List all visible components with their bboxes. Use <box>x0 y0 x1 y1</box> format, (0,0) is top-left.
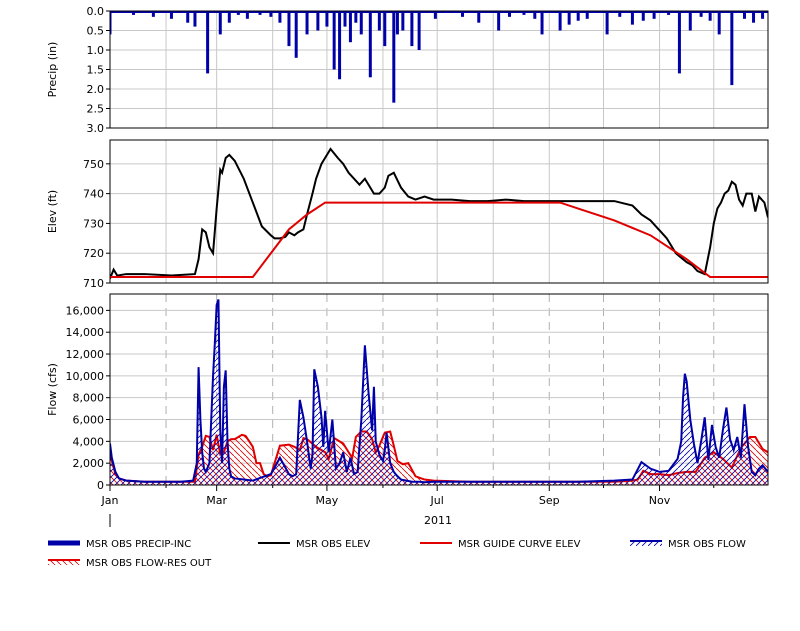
x-tick-label: Jan <box>101 494 119 507</box>
y-tick-label: 730 <box>83 217 104 230</box>
y-axis-label: Precip (in) <box>46 42 59 98</box>
precip-bar <box>401 11 405 31</box>
legend-label: MSR OBS ELEV <box>296 539 370 550</box>
precip-bar <box>605 11 609 35</box>
y-tick-label: 740 <box>83 188 104 201</box>
y-tick-label: 2.5 <box>87 103 105 116</box>
series-obs-elev <box>110 147 768 279</box>
precip-bar <box>688 11 692 31</box>
chart-root: 0.0 0.5 1.0 1.5 2.0 2.5 3.0 Precip (in) 710 720 73… <box>0 0 800 627</box>
y-tick-label: 720 <box>83 247 104 260</box>
legend-label: MSR OBS FLOW-RES OUT <box>86 558 212 569</box>
x-tick-label: Jul <box>430 494 444 507</box>
precip-bar <box>206 11 210 74</box>
y-tick-label: 6,000 <box>73 414 105 427</box>
precip-bar <box>558 11 562 31</box>
legend-label: MSR OBS FLOW <box>668 539 746 550</box>
y-tick-label: 2,000 <box>73 457 105 470</box>
x-tick-label: Nov <box>649 494 671 507</box>
y-tick-label: 2.0 <box>87 83 105 96</box>
precip-bar <box>343 11 347 27</box>
x-tick-label: Mar <box>206 494 227 507</box>
precip-bar <box>294 11 298 58</box>
precip-bar <box>540 11 544 35</box>
y-tick-label: 1.5 <box>87 64 105 77</box>
y-tick-label: 0.0 <box>87 5 105 18</box>
y-tick-label: 710 <box>83 277 104 290</box>
precip-bar <box>287 11 291 47</box>
precip-bar <box>383 11 387 47</box>
precip-bar <box>395 11 399 35</box>
legend-item: MSR GUIDE CURVE ELEV <box>420 539 581 550</box>
panel-frame <box>109 139 769 284</box>
y-tick-label: 4,000 <box>73 435 105 448</box>
legend-item: MSR OBS FLOW-RES OUT <box>48 558 212 569</box>
precip-bar <box>193 11 197 27</box>
plot-area-1 <box>110 147 768 279</box>
year-label: 2011 <box>424 514 452 527</box>
precip-bar <box>410 11 414 47</box>
panel-1: 710 720 730 740 750 Elev (ft) <box>46 139 769 290</box>
precip-bar <box>305 11 309 35</box>
precip-bar <box>325 11 329 27</box>
legend-swatch-hatch <box>630 542 662 546</box>
y-tick-label: 0 <box>97 479 104 492</box>
legend-label: MSR GUIDE CURVE ELEV <box>458 539 581 550</box>
y-axis-label: Flow (cfs) <box>46 363 59 416</box>
precip-bar <box>417 11 421 50</box>
y-tick-label: 14,000 <box>66 326 105 339</box>
y-tick-label: 750 <box>83 158 104 171</box>
y-tick-label: 16,000 <box>66 304 105 317</box>
y-tick-label: 1.0 <box>87 44 105 57</box>
precip-bar <box>316 11 320 31</box>
y-tick-label: 0.5 <box>87 25 105 38</box>
y-tick-label: 12,000 <box>66 348 105 361</box>
y-tick-label: 3.0 <box>87 122 105 135</box>
panel-0: 0.0 0.5 1.0 1.5 2.0 2.5 3.0 Precip (in) <box>46 5 769 135</box>
legend-item: MSR OBS PRECIP-INC <box>48 539 191 550</box>
precip-bar <box>377 11 381 31</box>
y-axis-label: Elev (ft) <box>46 190 59 233</box>
legend-item: MSR OBS ELEV <box>258 539 370 550</box>
x-tick-label: May <box>316 494 339 507</box>
precip-bar <box>677 11 681 74</box>
precip-bar <box>368 11 372 78</box>
hydrograph-figure: 0.0 0.5 1.0 1.5 2.0 2.5 3.0 Precip (in) 710 720 73… <box>46 5 769 569</box>
precip-bar <box>630 11 634 25</box>
legend-label: MSR OBS PRECIP-INC <box>86 539 191 550</box>
precip-bar <box>348 11 352 43</box>
precip-bar <box>717 11 721 35</box>
y-tick-label: 10,000 <box>66 370 105 383</box>
precip-bar <box>567 11 571 25</box>
x-tick-label: Sep <box>539 494 560 507</box>
precip-bar <box>338 11 342 80</box>
legend-swatch-hatch <box>48 561 80 565</box>
y-tick-label: 8,000 <box>73 392 105 405</box>
precip-bar <box>218 11 222 35</box>
precip-bar <box>359 11 363 35</box>
panel-2: 0 2,000 4,000 6,000 8,000 10,000 12,000 14,000 1… <box>46 293 769 492</box>
precip-bar <box>497 11 501 31</box>
precip-bar <box>332 11 336 70</box>
precip-bar <box>730 11 734 86</box>
legend-item: MSR OBS FLOW <box>630 539 746 550</box>
precip-bar <box>392 11 396 103</box>
series-guide-curve <box>110 201 768 279</box>
plot-area-2 <box>110 299 768 485</box>
